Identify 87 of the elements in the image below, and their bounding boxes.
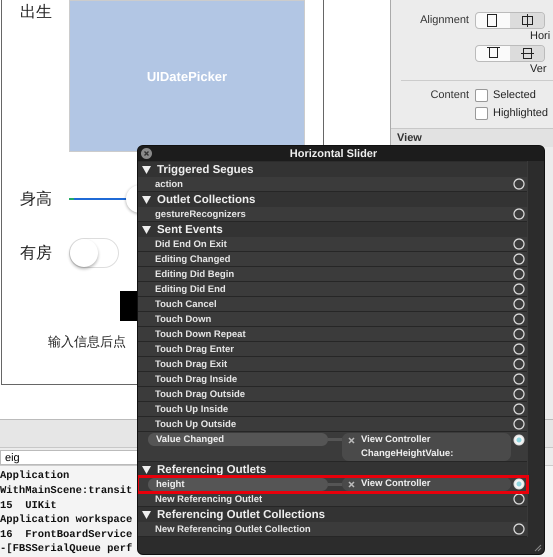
event-label: action	[155, 178, 183, 190]
event-label: Touch Down	[155, 314, 212, 324]
console-line: WithMainScene:transit	[0, 484, 132, 499]
checkbox[interactable]	[475, 106, 488, 120]
segmented-control[interactable]	[475, 44, 545, 62]
section-title: Outlet Collections	[157, 194, 256, 206]
close-icon	[348, 437, 355, 444]
connection-handle[interactable]	[513, 238, 525, 250]
connection-handle[interactable]	[513, 283, 525, 295]
connection-handle[interactable]	[513, 268, 525, 280]
console-line: -[FBSSerialQueue perf	[0, 542, 132, 557]
alignment-icon	[520, 14, 534, 26]
target-label: View Controller	[361, 434, 432, 446]
event-label: Touch Up Outside	[155, 418, 236, 430]
connection-handle[interactable]	[513, 298, 525, 310]
caption-text: Ver	[530, 62, 548, 77]
connection-handle[interactable]	[513, 253, 525, 265]
action-label: ChangeHeightValue:	[361, 448, 454, 460]
connection-handle[interactable]	[513, 178, 525, 190]
connection-handle[interactable]	[513, 388, 525, 400]
console-line: Application	[0, 469, 70, 484]
console-line: 15 UIKit	[0, 498, 57, 514]
section-header[interactable]: Referencing Outlet Collections	[138, 507, 527, 522]
close-icon	[348, 481, 355, 488]
section-header[interactable]: Sent Events	[138, 222, 527, 237]
outlet-name: Value Changed	[148, 433, 328, 446]
event-label: Touch Drag Enter	[155, 344, 234, 354]
checkbox[interactable]	[475, 88, 488, 102]
section-header: View	[391, 128, 553, 147]
outlet-name: height	[148, 478, 328, 490]
caption-text: Hori	[530, 29, 552, 44]
date-picker-label: UIDatePicker	[146, 68, 228, 84]
event-label: Touch Up Inside	[155, 404, 228, 414]
alignment-segment[interactable]	[510, 12, 544, 28]
event-label: Editing Did End	[155, 284, 226, 294]
checkbox-label: Selected	[493, 89, 536, 101]
remove-button[interactable]	[348, 481, 355, 488]
alignment-label: Alignment	[419, 14, 470, 26]
connection-handle[interactable]	[513, 373, 525, 385]
event-label: Did End On Exit	[155, 238, 227, 250]
alignment-icon	[520, 46, 534, 60]
checkbox-label: Highlighted	[493, 107, 548, 119]
connection-handle[interactable]	[513, 343, 525, 355]
event-label: gestureRecognizers	[155, 208, 246, 220]
section-title: Referencing Outlets	[157, 464, 266, 476]
close-icon	[141, 148, 152, 159]
connection-handle[interactable]	[513, 208, 525, 220]
event-label: New Referencing Outlet	[155, 494, 262, 504]
filter-field[interactable]: eig	[0, 450, 140, 466]
field-label: 身高	[20, 188, 53, 210]
connection-handle[interactable]	[513, 403, 525, 415]
content-label: Content	[429, 89, 470, 101]
event-label: New Referencing Outlet Collection	[155, 524, 311, 534]
console-line: 16 FrontBoardService	[0, 528, 132, 542]
connection-handle[interactable]	[513, 434, 525, 446]
connection-handle[interactable]	[513, 358, 525, 370]
section-header[interactable]: Triggered Segues	[138, 162, 527, 177]
alignment-icon	[486, 46, 500, 60]
event-label: Touch Down Repeat	[155, 328, 246, 340]
section-title: Triggered Segues	[157, 164, 254, 176]
event-label: Touch Drag Exit	[155, 358, 228, 370]
field-label: 出生	[20, 2, 53, 23]
connection-handle[interactable]	[513, 313, 525, 325]
console-line: Application workspace	[0, 513, 132, 528]
connection-handle[interactable]	[513, 328, 525, 340]
alignment-segment[interactable]	[510, 46, 544, 60]
hint-text: 输入信息后点	[48, 334, 126, 351]
section-header[interactable]: Outlet Collections	[138, 192, 527, 207]
resize-grip-icon	[532, 542, 542, 552]
remove-button[interactable]	[348, 437, 355, 444]
close-button[interactable]	[141, 148, 152, 159]
section-title: Referencing Outlet Collections	[157, 508, 326, 520]
toggle-switch[interactable]	[69, 238, 119, 268]
event-label: Touch Cancel	[155, 298, 217, 310]
event-label: Touch Drag Outside	[155, 388, 246, 400]
event-label: Editing Did Begin	[155, 268, 234, 280]
section-title: Sent Events	[157, 224, 223, 236]
event-label: Editing Changed	[155, 254, 230, 264]
connection-handle[interactable]	[513, 493, 525, 505]
alignment-icon	[486, 14, 500, 26]
connection-handle[interactable]	[513, 418, 525, 430]
connection-handle[interactable]	[513, 478, 525, 490]
segmented-control[interactable]	[475, 12, 545, 28]
event-label: Touch Drag Inside	[155, 374, 238, 384]
connection-handle[interactable]	[513, 523, 525, 535]
target-label: View Controller	[361, 478, 431, 490]
field-label: 有房	[20, 242, 53, 264]
